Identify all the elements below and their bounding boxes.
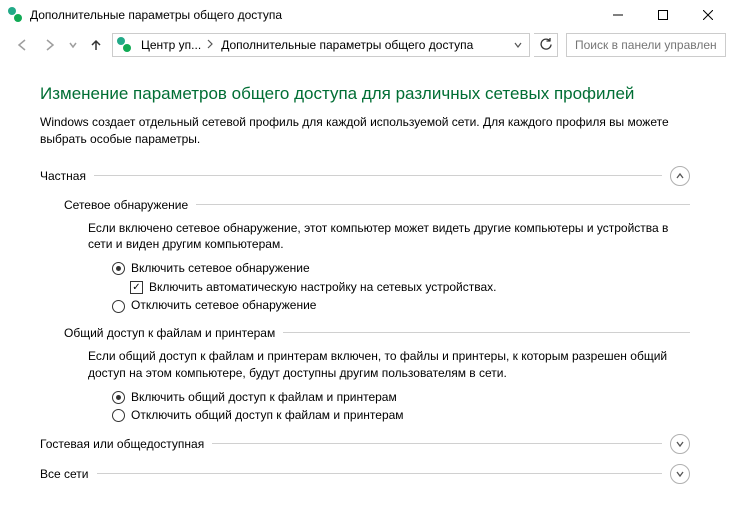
radio-discovery-off[interactable]: Отключить сетевое обнаружение — [112, 298, 690, 314]
radio-icon — [112, 409, 125, 422]
radio-discovery-on[interactable]: Включить сетевое обнаружение — [112, 261, 690, 277]
address-bar[interactable]: Центр уп... Дополнительные параметры общ… — [112, 33, 530, 57]
checkbox-icon — [130, 281, 143, 294]
back-button[interactable] — [10, 33, 34, 57]
page-heading: Изменение параметров общего доступа для … — [40, 84, 690, 104]
section-all-label: Все сети — [40, 467, 89, 481]
radio-icon — [112, 300, 125, 313]
maximize-button[interactable] — [640, 0, 685, 30]
section-guest-header[interactable]: Гостевая или общедоступная — [40, 434, 690, 454]
radio-icon — [112, 262, 125, 275]
checkbox-auto-setup[interactable]: Включить автоматическую настройку на сет… — [130, 280, 690, 296]
minimize-button[interactable] — [595, 0, 640, 30]
section-guest-label: Гостевая или общедоступная — [40, 437, 204, 451]
chevron-down-icon[interactable] — [670, 464, 690, 484]
forward-button[interactable] — [38, 33, 62, 57]
network-discovery-header: Сетевое обнаружение — [64, 198, 690, 212]
radio-icon — [112, 391, 125, 404]
refresh-button[interactable] — [534, 33, 558, 57]
chevron-down-icon[interactable] — [670, 434, 690, 454]
search-input[interactable] — [573, 37, 719, 53]
nav-bar: Центр уп... Дополнительные параметры общ… — [0, 30, 730, 60]
content-area: Изменение параметров общего доступа для … — [0, 60, 730, 518]
up-button[interactable] — [84, 33, 108, 57]
file-sharing-desc: Если общий доступ к файлам и принтерам в… — [88, 348, 690, 382]
address-dropdown[interactable] — [509, 40, 527, 50]
radio-sharing-off[interactable]: Отключить общий доступ к файлам и принте… — [112, 408, 690, 424]
recent-dropdown[interactable] — [66, 33, 80, 57]
window-title: Дополнительные параметры общего доступа — [30, 8, 595, 22]
breadcrumb-seg-2[interactable]: Дополнительные параметры общего доступа — [217, 34, 477, 56]
file-sharing-header: Общий доступ к файлам и принтерам — [64, 326, 690, 340]
network-discovery-desc: Если включено сетевое обнаружение, этот … — [88, 220, 690, 254]
title-bar: Дополнительные параметры общего доступа — [0, 0, 730, 30]
chevron-right-icon — [207, 38, 213, 52]
chevron-up-icon[interactable] — [670, 166, 690, 186]
section-private-label: Частная — [40, 169, 86, 183]
section-all-header[interactable]: Все сети — [40, 464, 690, 484]
address-icon — [117, 37, 133, 53]
radio-sharing-on[interactable]: Включить общий доступ к файлам и принтер… — [112, 390, 690, 406]
close-button[interactable] — [685, 0, 730, 30]
page-intro: Windows создает отдельный сетевой профил… — [40, 114, 690, 148]
section-private-header[interactable]: Частная — [40, 166, 690, 186]
search-box[interactable] — [566, 33, 726, 57]
breadcrumb-seg-1[interactable]: Центр уп... — [137, 34, 217, 56]
app-icon — [8, 7, 24, 23]
